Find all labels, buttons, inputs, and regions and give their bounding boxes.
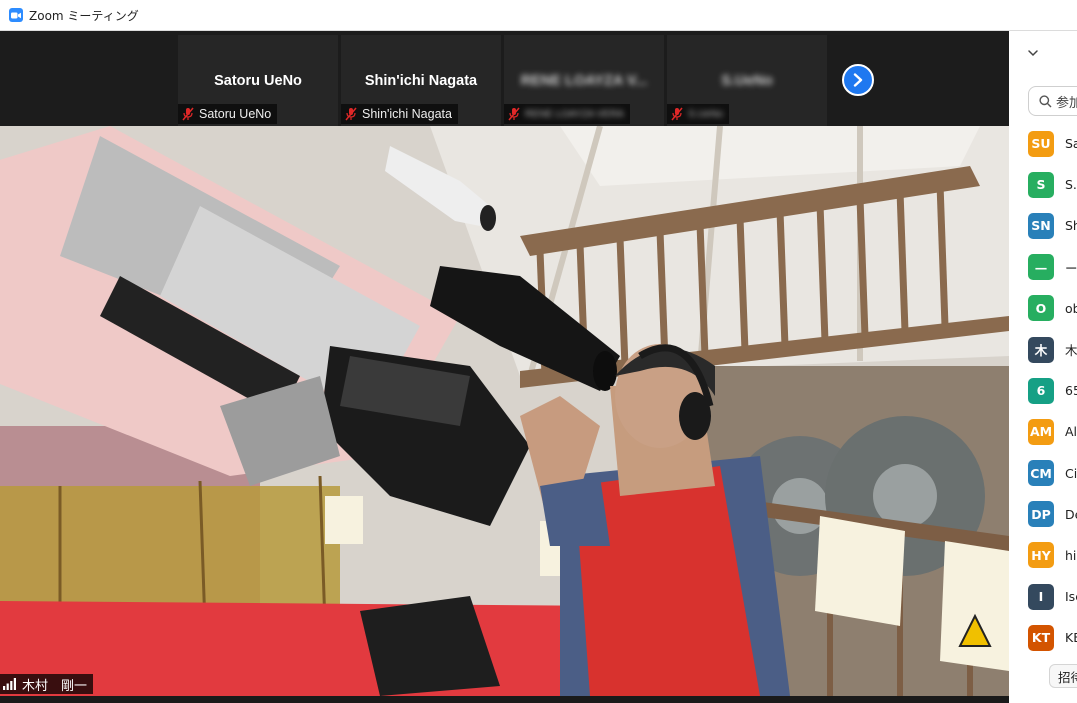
mic-muted-icon bbox=[182, 107, 194, 121]
participants-panel: 参加 SUSaSS.SNSh—ーOob木木665AMAlCMCiDPDeHYhi… bbox=[1009, 31, 1077, 703]
participant-search-input[interactable]: 参加 bbox=[1028, 86, 1077, 116]
participant-list-item[interactable]: CM Ci bbox=[1009, 453, 1077, 494]
participant-list-item[interactable]: S S. bbox=[1009, 164, 1077, 205]
participant-avatar: DP bbox=[1028, 501, 1054, 528]
search-icon bbox=[1039, 94, 1052, 107]
title-bar: Zoom ミーティング bbox=[0, 0, 1077, 31]
participant-list-item[interactable]: 木木 bbox=[1009, 329, 1077, 370]
participant-name: Isc bbox=[1065, 589, 1077, 605]
participant-thumbnail[interactable]: S.UeNo S.UeNo bbox=[667, 35, 827, 126]
participant-avatar: — bbox=[1028, 254, 1054, 281]
participant-list-item[interactable]: SU Sa bbox=[1009, 123, 1077, 164]
participant-name: Ci bbox=[1065, 465, 1077, 481]
video-bottom-border bbox=[0, 696, 1009, 703]
participant-list-item[interactable]: AM Al bbox=[1009, 411, 1077, 452]
participant-name: Sh bbox=[1065, 218, 1077, 234]
participant-thumbnail[interactable]: Satoru UeNo Satoru UeNo bbox=[178, 35, 338, 126]
participant-thumbnail[interactable]: RENE LOAYZA V... RENE LOAYZA VERA bbox=[504, 35, 664, 126]
participant-avatar: I bbox=[1028, 583, 1054, 610]
signal-strength-icon bbox=[3, 678, 16, 690]
thumbnail-name-tag: Shin'ichi Nagata bbox=[341, 104, 458, 124]
video-thumbnail-strip: Satoru UeNo Satoru UeNo Shin'ichi Nagata… bbox=[0, 31, 1009, 126]
speaker-name-tag: 木村 剛一 bbox=[0, 674, 94, 694]
thumbnail-display-name: Shin'ichi Nagata bbox=[364, 73, 478, 89]
participant-list-item[interactable]: — ー bbox=[1009, 247, 1077, 288]
participant-list-item[interactable]: HY hi bbox=[1009, 535, 1077, 576]
thumbnail-name-tag: S.UeNo bbox=[667, 104, 730, 124]
participant-list-item[interactable]: DP De bbox=[1009, 494, 1077, 535]
active-speaker-video: 木村 剛一 bbox=[0, 126, 1009, 696]
participant-name: 65 bbox=[1065, 383, 1077, 399]
participant-name: ー bbox=[1065, 260, 1077, 276]
participant-avatar: O bbox=[1028, 295, 1054, 322]
thumbnail-display-name: Satoru UeNo bbox=[214, 73, 302, 89]
participant-list-item[interactable]: 6 65 bbox=[1009, 370, 1077, 411]
participant-name: Al bbox=[1065, 424, 1077, 440]
mic-muted-icon bbox=[671, 107, 683, 121]
participant-list-item[interactable]: I Isc bbox=[1009, 576, 1077, 617]
zoom-logo-icon bbox=[9, 8, 23, 22]
thumbnail-display-name: S.UeNo bbox=[721, 73, 773, 89]
search-placeholder: 参加 bbox=[1056, 95, 1077, 111]
thumbnail-tag-name: RENE LOAYZA VERA bbox=[525, 108, 624, 120]
mic-muted-icon bbox=[345, 107, 357, 121]
participant-name: De bbox=[1065, 506, 1077, 522]
window-title: Zoom ミーティング bbox=[29, 8, 139, 23]
participant-avatar: KT bbox=[1028, 624, 1054, 651]
participant-name: S. bbox=[1065, 177, 1077, 193]
participant-avatar: SU bbox=[1028, 130, 1054, 157]
thumbnail-name-tag: RENE LOAYZA VERA bbox=[504, 104, 630, 124]
participant-avatar: AM bbox=[1028, 418, 1054, 445]
participant-name: KE bbox=[1065, 630, 1077, 646]
participant-avatar: S bbox=[1028, 171, 1054, 198]
participant-list-item[interactable]: SN Sh bbox=[1009, 205, 1077, 246]
speaker-name: 木村 剛一 bbox=[22, 678, 88, 694]
participant-name: ob bbox=[1065, 300, 1077, 316]
participant-name: 木 bbox=[1065, 343, 1077, 359]
participant-avatar: CM bbox=[1028, 460, 1054, 487]
participant-list: SUSaSS.SNSh—ーOob木木665AMAlCMCiDPDeHYhiIIs… bbox=[1009, 123, 1077, 658]
thumbnail-display-name: RENE LOAYZA V... bbox=[520, 73, 648, 89]
participant-list-item[interactable]: KT KE bbox=[1009, 617, 1077, 658]
participant-avatar: SN bbox=[1028, 212, 1054, 239]
participant-avatar: HY bbox=[1028, 542, 1054, 569]
participant-name: hi bbox=[1065, 547, 1077, 563]
thumbnail-tag-name: Shin'ichi Nagata bbox=[362, 107, 452, 121]
chevron-right-icon bbox=[853, 73, 863, 87]
chevron-down-icon[interactable] bbox=[1025, 45, 1041, 61]
participant-avatar: 6 bbox=[1028, 377, 1054, 404]
participant-avatar: 木 bbox=[1028, 336, 1054, 363]
thumbnail-name-tag: Satoru UeNo bbox=[178, 104, 278, 124]
video-feed-image bbox=[0, 126, 1009, 696]
thumbnail-tag-name: Satoru UeNo bbox=[199, 107, 272, 121]
participant-thumbnail[interactable]: Shin'ichi Nagata Shin'ichi Nagata bbox=[341, 35, 501, 126]
participant-name: Sa bbox=[1065, 136, 1077, 152]
next-page-button[interactable] bbox=[842, 64, 874, 96]
mic-muted-icon bbox=[508, 107, 520, 121]
participant-list-item[interactable]: Oob bbox=[1009, 288, 1077, 329]
invite-button[interactable]: 招待 bbox=[1049, 664, 1077, 688]
thumbnail-tag-name: S.UeNo bbox=[688, 108, 724, 120]
